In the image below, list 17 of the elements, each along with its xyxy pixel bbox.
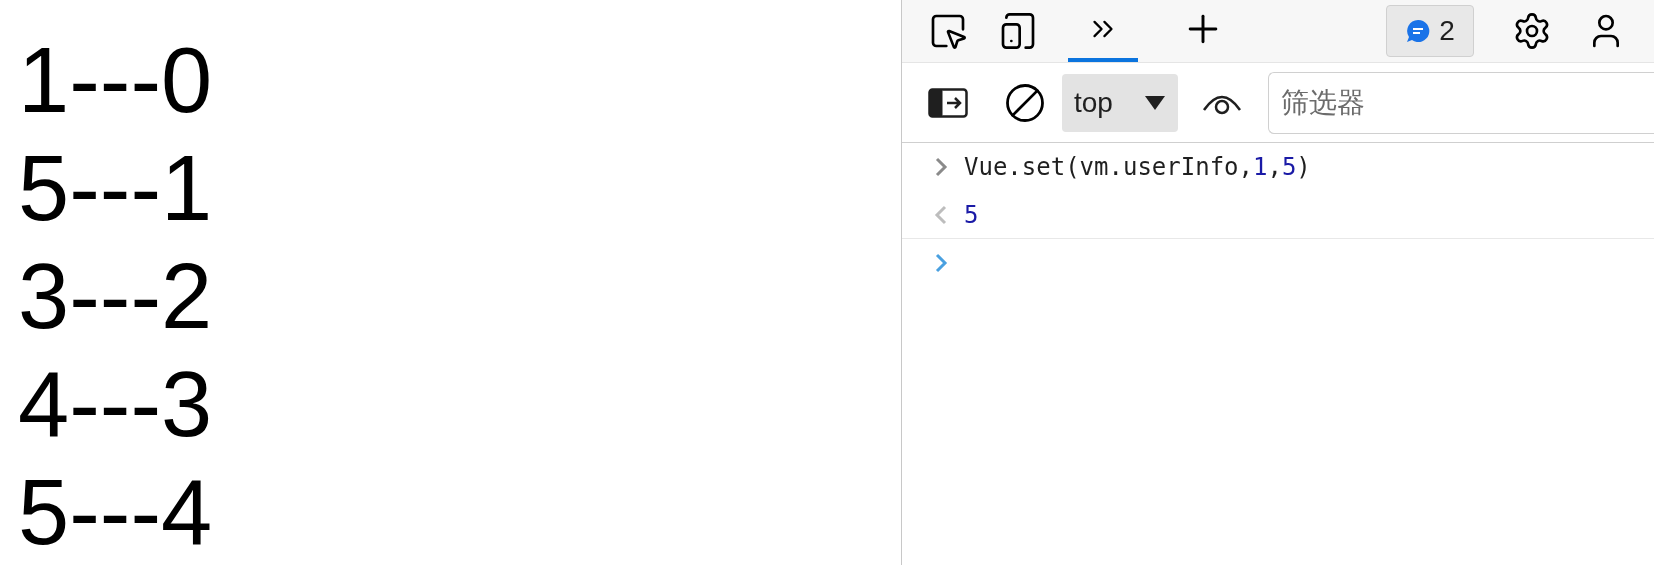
page-text-line: 5---1 — [18, 136, 213, 241]
context-dropdown[interactable]: top — [1062, 73, 1178, 132]
prompt-icon[interactable] — [934, 252, 948, 274]
console-result: 5 — [964, 199, 979, 231]
chevron-right-icon — [934, 156, 948, 178]
sidebar-toggle-icon[interactable] — [928, 87, 968, 118]
console-command: Vue.set(vm.userInfo,1,5) — [964, 152, 1311, 183]
page-text-line: 4---3 — [18, 352, 213, 457]
chevron-left-icon — [934, 203, 948, 226]
message-icon — [1405, 18, 1432, 44]
page-text-line: 5---4 — [18, 460, 213, 565]
issues-button[interactable]: 2 — [1386, 5, 1474, 57]
page-text-line: 1---0 — [18, 28, 213, 133]
filter-field[interactable]: 筛选器 — [1268, 71, 1654, 134]
clear-console-icon[interactable] — [1004, 81, 1046, 124]
page-text-line: 3---2 — [18, 244, 213, 349]
caret-icon — [1144, 94, 1166, 111]
